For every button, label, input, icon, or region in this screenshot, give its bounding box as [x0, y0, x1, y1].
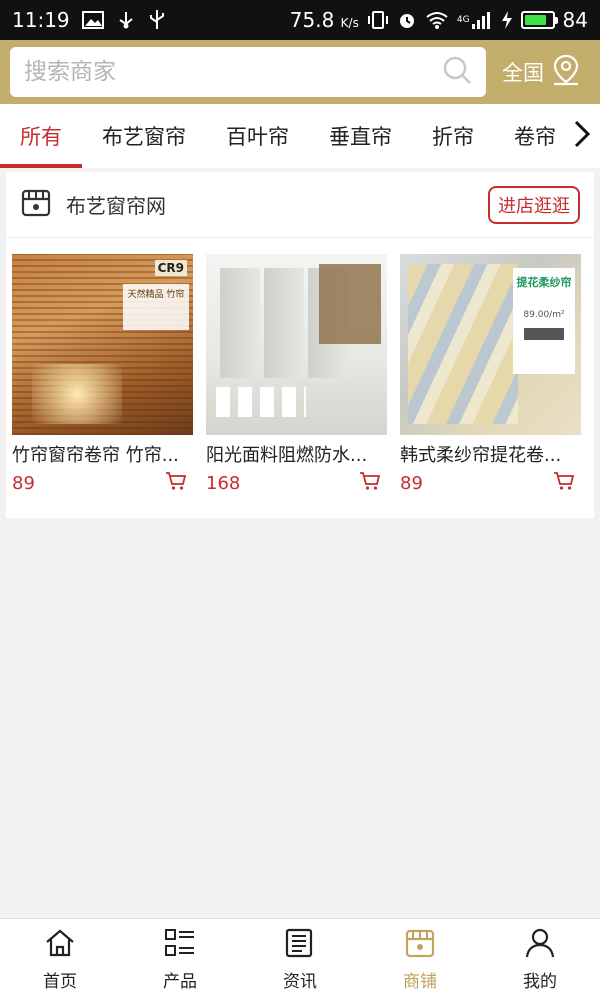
- product-image[interactable]: 提花柔纱帘 89.00/m²: [400, 254, 581, 435]
- product-price: 89: [12, 472, 35, 494]
- product-image-price: 89.00/m²: [523, 310, 565, 320]
- status-time: 11:19: [12, 8, 70, 32]
- chevron-right-icon: [573, 120, 591, 152]
- tab-venetian-blinds[interactable]: 百叶帘: [206, 104, 309, 168]
- product-card[interactable]: CR9 天然精品 竹帘 竹帘窗帘卷帘 竹帘... 89: [12, 254, 193, 495]
- search-input[interactable]: [24, 59, 442, 85]
- usb-icon: [116, 10, 136, 30]
- news-icon: [284, 928, 316, 963]
- wifi-icon: [425, 10, 449, 30]
- store-icon: [404, 928, 436, 963]
- tab-vertical-blinds[interactable]: 垂直帘: [309, 104, 412, 168]
- nav-products-label: 产品: [163, 971, 197, 992]
- tab-folding-blinds[interactable]: 折帘: [412, 104, 494, 168]
- nav-home-label: 首页: [43, 971, 77, 992]
- home-icon: [44, 928, 76, 963]
- product-title[interactable]: 竹帘窗帘卷帘 竹帘...: [12, 441, 193, 467]
- product-list: CR9 天然精品 竹帘 竹帘窗帘卷帘 竹帘... 89 阳光面料阻燃防水...: [6, 238, 594, 495]
- product-grid-icon: [164, 928, 196, 963]
- location-pin-icon: [552, 54, 580, 91]
- product-image[interactable]: [206, 254, 387, 435]
- bottom-nav: 首页 产品 资讯 商铺 我的: [0, 918, 600, 1000]
- signal-icon: 4G: [457, 10, 493, 30]
- search-box[interactable]: [10, 47, 486, 97]
- user-icon: [524, 928, 556, 963]
- battery-icon: [520, 11, 558, 29]
- region-selector[interactable]: 全国: [502, 54, 580, 91]
- product-card[interactable]: 阳光面料阻燃防水... 168: [206, 254, 387, 495]
- visit-store-button[interactable]: 进店逛逛: [488, 185, 580, 224]
- category-tabs: 所有 布艺窗帘 百叶帘 垂直帘 折帘 卷帘: [0, 104, 600, 168]
- nav-products[interactable]: 产品: [120, 919, 240, 1000]
- product-image-caption: 天然精品 竹帘: [123, 284, 189, 330]
- cart-icon[interactable]: [359, 471, 381, 495]
- vibrate-icon: [367, 10, 389, 30]
- nav-news-label: 资讯: [283, 971, 317, 992]
- store-header: 布艺窗帘网 进店逛逛: [6, 172, 594, 238]
- charging-icon: [501, 10, 513, 30]
- battery-fill: [524, 15, 547, 25]
- product-image-logo: CR9: [154, 260, 187, 276]
- tab-fabric-curtains[interactable]: 布艺窗帘: [82, 104, 206, 168]
- usb-debug-icon: [148, 9, 166, 31]
- nav-profile[interactable]: 我的: [480, 919, 600, 1000]
- nav-store-label: 商铺: [403, 971, 437, 992]
- nav-home[interactable]: 首页: [0, 919, 120, 1000]
- region-label: 全国: [502, 61, 544, 85]
- product-card[interactable]: 提花柔纱帘 89.00/m² 韩式柔纱帘提花卷... 89: [400, 254, 581, 495]
- product-price: 168: [206, 472, 241, 494]
- product-image-caption: 提花柔纱帘: [516, 276, 572, 289]
- nav-store[interactable]: 商铺: [360, 919, 480, 1000]
- battery-percent: 84: [562, 8, 588, 32]
- cart-icon[interactable]: [165, 471, 187, 495]
- header: 全国: [0, 40, 600, 104]
- product-title[interactable]: 韩式柔纱帘提花卷...: [400, 441, 581, 467]
- product-image[interactable]: CR9 天然精品 竹帘: [12, 254, 193, 435]
- search-icon[interactable]: [442, 55, 472, 89]
- status-bar: 11:19 75.8 K/s 4G 84: [0, 0, 600, 40]
- net-speed: 75.8 K/s: [289, 8, 359, 32]
- product-price: 89: [400, 472, 423, 494]
- cart-icon[interactable]: [553, 471, 575, 495]
- nav-news[interactable]: 资讯: [240, 919, 360, 1000]
- store-name[interactable]: 布艺窗帘网: [66, 190, 166, 219]
- product-title[interactable]: 阳光面料阻燃防水...: [206, 441, 387, 467]
- alarm-icon: [397, 10, 417, 30]
- nav-profile-label: 我的: [523, 971, 557, 992]
- image-icon: [81, 11, 104, 29]
- store-card: 布艺窗帘网 进店逛逛 CR9 天然精品 竹帘 竹帘窗帘卷帘 竹帘... 89 阳…: [6, 172, 594, 518]
- tab-all[interactable]: 所有: [0, 104, 82, 168]
- tabs-scroll-right-button[interactable]: [564, 104, 600, 168]
- store-icon: [20, 187, 52, 223]
